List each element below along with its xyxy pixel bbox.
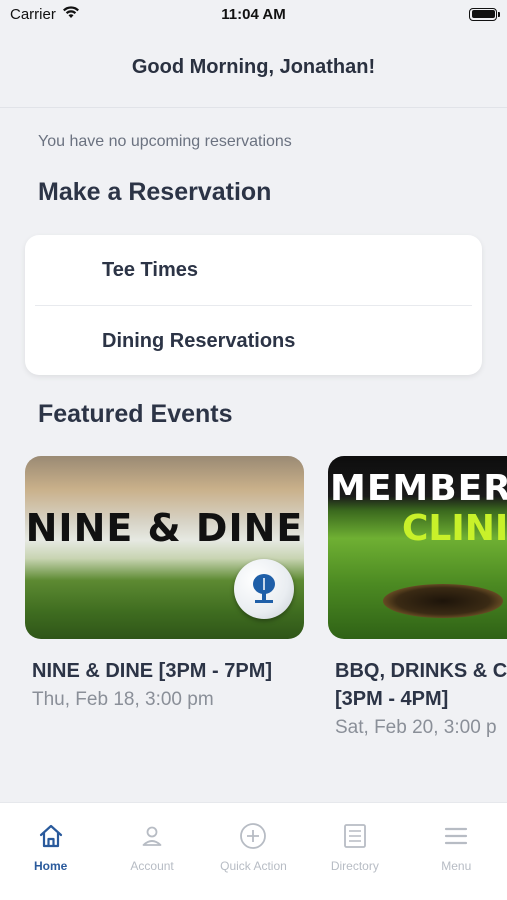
event-image: MEMBER CLINI [328,456,507,639]
home-icon [36,821,66,851]
make-reservation-heading: Make a Reservation [38,178,272,206]
featured-events-heading: Featured Events [38,400,233,428]
golf-hole [383,584,503,618]
dining-reservations-button[interactable]: Dining Reservations [25,306,482,376]
event-image: NINE & DINE [25,456,304,639]
club-logo-icon [234,559,294,619]
directory-icon [340,821,370,851]
event-title: BBQ, DRINKS & C [3PM - 4PM] [335,660,507,710]
tee-times-label: Tee Times [102,258,198,281]
header: Good Morning, Jonathan! [0,28,507,108]
tab-quick-action-label: Quick Action [220,859,287,873]
battery-icon [469,7,500,21]
carrier-label: Carrier [10,5,56,23]
event-title: NINE & DINE [3PM - 7PM] [32,660,273,682]
plus-circle-icon [238,821,268,851]
status-left: Carrier [10,5,80,23]
event-image-text-line1: MEMBER [330,468,507,509]
tab-directory[interactable]: Directory [304,803,405,900]
tab-directory-label: Directory [330,859,379,873]
no-reservations-message: You have no upcoming reservations [38,133,292,150]
menu-icon [441,821,471,851]
tab-home[interactable]: Home [0,803,101,900]
event-card-nine-dine[interactable]: NINE & DINE NINE & DINE [3PM - 7PM] Thu,… [25,456,304,711]
dining-reservations-label: Dining Reservations [102,329,296,352]
status-bar: Carrier 11:04 AM [0,0,507,28]
tab-quick-action[interactable]: Quick Action [203,803,304,900]
tab-home-label: Home [34,859,68,873]
tab-account-label: Account [130,859,174,873]
event-card-bbq[interactable]: MEMBER CLINI BBQ, DRINKS & C [3PM - 4PM]… [328,456,507,739]
featured-events-carousel[interactable]: NINE & DINE NINE & DINE [3PM - 7PM] Thu,… [25,456,507,756]
tab-menu-label: Menu [441,859,472,873]
event-image-text-line2: CLINI [402,508,507,549]
greeting-title: Good Morning, Jonathan! [131,56,376,78]
wifi-icon [62,5,80,23]
event-date: Sat, Feb 20, 3:00 p [335,717,497,738]
tee-times-button[interactable]: Tee Times [25,235,482,305]
event-date: Thu, Feb 18, 3:00 pm [32,689,214,710]
tab-bar: Home Account Quick Action Directory Menu [0,802,507,900]
event-image-text: NINE & DINE [25,506,304,550]
reservation-card: Tee Times Dining Reservations [25,235,482,375]
tab-menu[interactable]: Menu [406,803,507,900]
account-icon [137,821,167,851]
tab-account[interactable]: Account [102,803,203,900]
